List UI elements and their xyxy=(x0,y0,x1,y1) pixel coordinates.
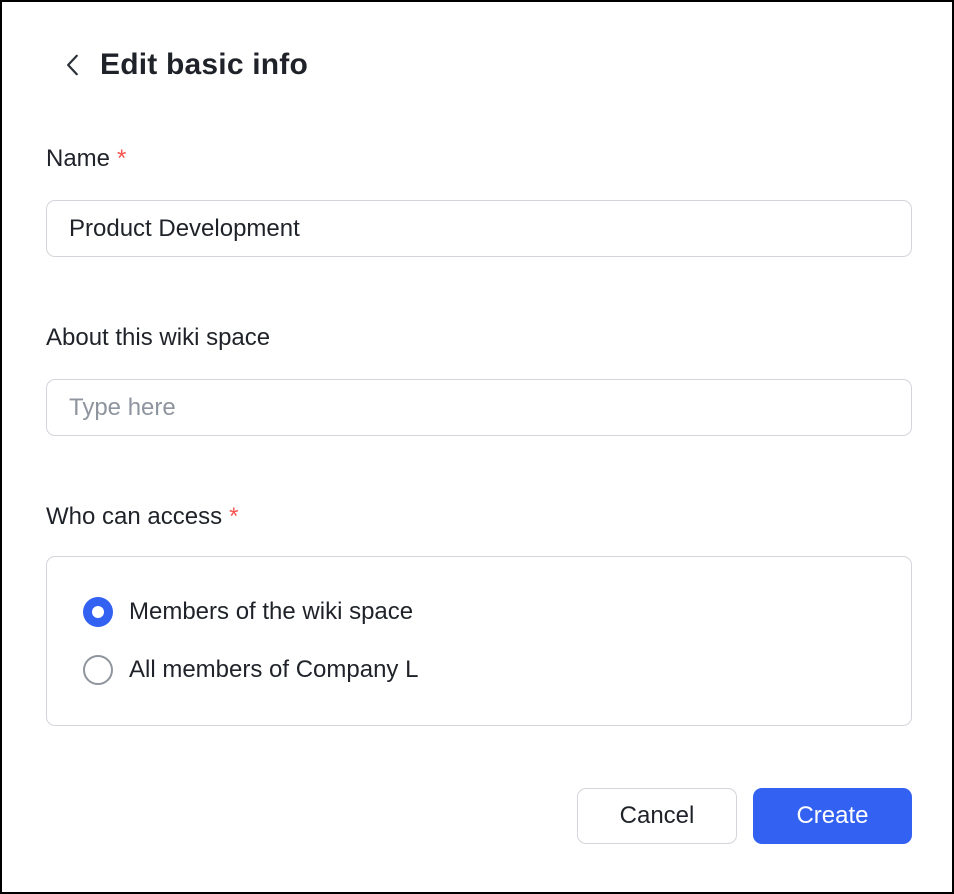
access-radio-group: Members of the wiki space All members of… xyxy=(46,556,912,726)
radio-option-label: Members of the wiki space xyxy=(129,598,413,626)
required-asterisk: * xyxy=(117,144,126,174)
create-button[interactable]: Create xyxy=(753,788,912,844)
about-label: About this wiki space xyxy=(46,323,908,353)
access-label: Who can access * xyxy=(46,502,908,532)
edit-basic-info-dialog: Edit basic info Name * About this wiki s… xyxy=(0,0,954,894)
radio-option-all-members-of-company[interactable]: All members of Company L xyxy=(83,655,875,685)
name-label: Name * xyxy=(46,144,908,174)
radio-option-label: All members of Company L xyxy=(129,656,418,684)
radio-option-members-of-wiki-space[interactable]: Members of the wiki space xyxy=(83,597,875,627)
page-title: Edit basic info xyxy=(100,48,308,82)
dialog-footer: Cancel Create xyxy=(46,788,912,844)
access-label-text: Who can access xyxy=(46,502,222,532)
radio-icon[interactable] xyxy=(83,655,113,685)
dialog-header: Edit basic info xyxy=(46,48,908,82)
required-asterisk: * xyxy=(229,502,238,532)
cancel-button[interactable]: Cancel xyxy=(577,788,737,844)
about-label-text: About this wiki space xyxy=(46,323,270,353)
about-input[interactable] xyxy=(46,379,912,436)
name-input[interactable] xyxy=(46,200,912,257)
name-label-text: Name xyxy=(46,144,110,174)
chevron-left-icon xyxy=(60,50,86,80)
back-button[interactable] xyxy=(58,48,88,82)
radio-icon[interactable] xyxy=(83,597,113,627)
